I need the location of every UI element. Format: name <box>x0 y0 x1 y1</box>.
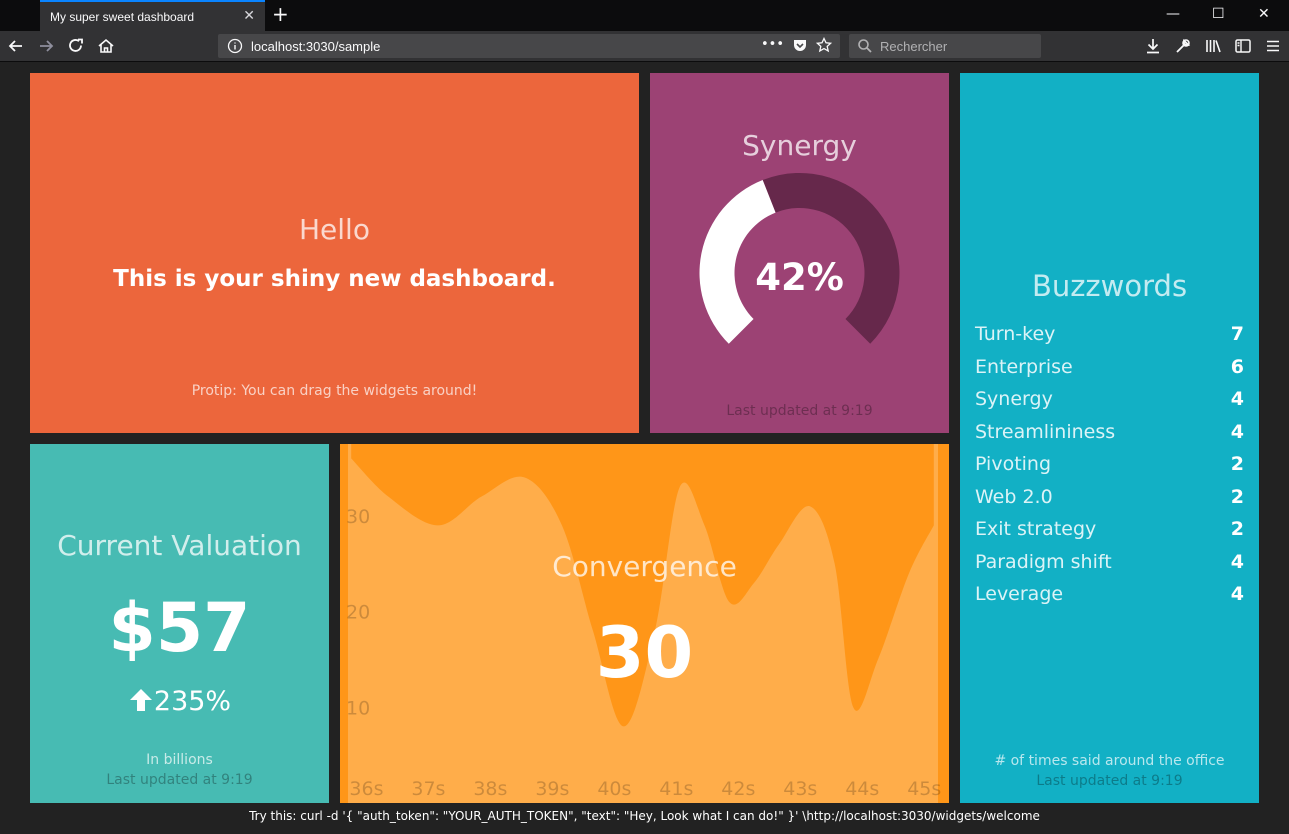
buzzwords-widget[interactable]: Buzzwords Turn-key 7 Enterprise 6 Synergy 4… <box>960 73 1259 803</box>
list-item: Pivoting 2 <box>975 448 1244 481</box>
change-value: 235% <box>153 686 232 717</box>
meter-value: 42% <box>755 256 844 299</box>
pocket-icon[interactable] <box>792 37 808 57</box>
buzzword-label: Enterprise <box>975 355 1073 378</box>
arrow-up-icon <box>129 689 152 711</box>
tab-title: My super sweet dashboard <box>50 10 195 24</box>
updated-at: Last updated at 9:19 <box>106 772 253 788</box>
list-item: Enterprise 6 <box>975 351 1244 384</box>
more-info: Protip: You can drag the widgets around! <box>191 383 478 399</box>
buzzword-count: 7 <box>1230 323 1244 346</box>
more-info: In billions <box>146 752 213 768</box>
change-rate: 235% <box>30 686 329 717</box>
search-icon <box>858 39 872 53</box>
more-info: # of times said around the office <box>994 753 1225 769</box>
wrench-icon[interactable] <box>1173 36 1193 56</box>
site-info-icon[interactable] <box>227 38 243 54</box>
synergy-widget[interactable]: Synergy 42% Last updated at 9:19 <box>650 73 949 433</box>
buzzword-label: Synergy <box>975 388 1053 411</box>
buzzword-list: Turn-key 7 Enterprise 6 Synergy 4 Streamlin… <box>975 318 1244 611</box>
list-item: Web 2.0 2 <box>975 481 1244 514</box>
list-item: Synergy 4 <box>975 383 1244 416</box>
x-tick-label: 43s <box>783 778 817 800</box>
welcome-text: This is your shiny new dashboard. <box>113 266 556 292</box>
search-bar[interactable]: Rechercher <box>849 34 1041 58</box>
buzzword-count: 2 <box>1230 453 1244 476</box>
url-text[interactable]: localhost:3030/sample <box>251 39 380 54</box>
x-tick-label: 44s <box>845 778 879 800</box>
active-tab[interactable]: My super sweet dashboard ✕ <box>40 0 265 31</box>
home-icon[interactable] <box>96 36 116 56</box>
widget-title: Convergence <box>552 550 737 583</box>
buzzword-label: Leverage <box>975 583 1064 606</box>
close-window-icon[interactable]: ✕ <box>1258 6 1270 22</box>
new-tab-button[interactable]: + <box>272 3 289 25</box>
widget-title: Synergy <box>742 129 857 162</box>
maximize-icon[interactable]: ☐ <box>1212 6 1225 22</box>
list-item: Turn-key 7 <box>975 318 1244 351</box>
close-tab-icon[interactable]: ✕ <box>243 8 255 24</box>
convergence-widget[interactable]: 10 20 30 36s 37s 38s 39s 40s 41s 42s 43s 44s 45s Con… <box>340 444 949 803</box>
x-tick-label: 41s <box>659 778 693 800</box>
downloads-icon[interactable] <box>1143 36 1163 56</box>
x-tick-label: 37s <box>411 778 445 800</box>
buzzword-label: Paradigm shift <box>975 550 1112 573</box>
updated-at: Last updated at 9:19 <box>1036 773 1183 789</box>
y-tick-label: 10 <box>346 697 370 719</box>
footer-hint: Try this: curl -d '{ "auth_token": "YOUR… <box>249 809 1040 823</box>
nav-bar: localhost:3030/sample ••• Rechercher <box>0 31 1289 62</box>
buzzword-count: 4 <box>1230 583 1244 606</box>
tab-bar: My super sweet dashboard ✕ + — ☐ ✕ <box>0 0 1289 31</box>
buzzword-label: Web 2.0 <box>975 485 1053 508</box>
x-tick-label: 45s <box>907 778 941 800</box>
convergence-value: 30 <box>595 612 694 694</box>
url-bar[interactable]: localhost:3030/sample ••• <box>218 34 840 58</box>
buzzword-label: Pivoting <box>975 453 1052 476</box>
x-tick-label: 40s <box>597 778 631 800</box>
welcome-widget[interactable]: Hello This is your shiny new dashboard. … <box>30 73 639 433</box>
back-icon[interactable] <box>6 36 26 56</box>
forward-icon[interactable] <box>36 36 56 56</box>
x-tick-label: 42s <box>721 778 755 800</box>
buzzword-label: Streamlininess <box>975 420 1116 443</box>
list-item: Streamlininess 4 <box>975 416 1244 449</box>
x-tick-label: 39s <box>535 778 569 800</box>
search-input[interactable]: Rechercher <box>880 39 947 54</box>
buzzword-count: 4 <box>1230 420 1244 443</box>
minimize-icon[interactable]: — <box>1166 6 1180 22</box>
widget-title: Buzzwords <box>1031 269 1188 303</box>
buzzword-count: 2 <box>1230 485 1244 508</box>
bookmark-star-icon[interactable] <box>815 36 833 57</box>
y-tick-label: 30 <box>346 506 370 528</box>
sidebar-icon[interactable] <box>1233 36 1253 56</box>
list-item: Leverage 4 <box>975 578 1244 611</box>
widget-title: Current Valuation <box>57 529 302 562</box>
buzzword-count: 2 <box>1230 518 1244 541</box>
x-tick-label: 36s <box>349 778 383 800</box>
reload-icon[interactable] <box>66 36 86 56</box>
library-icon[interactable] <box>1203 36 1223 56</box>
buzzword-count: 4 <box>1230 550 1244 573</box>
buzzword-count: 6 <box>1230 355 1244 378</box>
list-item: Paradigm shift 4 <box>975 546 1244 579</box>
updated-at: Last updated at 9:19 <box>726 403 873 419</box>
buzzword-label: Turn-key <box>975 323 1056 346</box>
page-actions-icon[interactable]: ••• <box>761 37 784 57</box>
buzzword-label: Exit strategy <box>975 518 1097 541</box>
valuation-value: $57 <box>108 589 251 668</box>
widget-title: Hello <box>299 213 370 246</box>
buzzword-count: 4 <box>1230 388 1244 411</box>
valuation-widget[interactable]: Current Valuation $57 235% In billions L… <box>30 444 329 803</box>
menu-icon[interactable] <box>1263 36 1283 56</box>
list-item: Exit strategy 2 <box>975 513 1244 546</box>
x-tick-label: 38s <box>473 778 507 800</box>
